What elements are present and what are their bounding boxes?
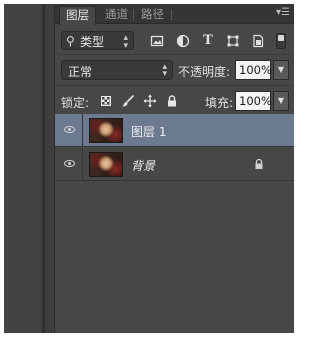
right-edge	[294, 4, 298, 333]
layer-list: 图层 1 背景	[55, 114, 294, 184]
filter-kind-label: 类型	[80, 35, 105, 49]
left-dock	[4, 4, 44, 333]
divider	[55, 85, 294, 86]
lock-row: 锁定: 填充: 100% ▼	[55, 88, 294, 114]
opacity-field[interactable]: 100%	[235, 60, 272, 80]
tab-bar: 图层 通道 路径 ▾☰	[55, 4, 294, 25]
toggle-knob	[278, 35, 284, 41]
dock-edge	[41, 4, 43, 333]
filter-toggle[interactable]	[276, 33, 286, 49]
blend-row: 正常 ▴ ▾ 不透明度: 100% ▼	[55, 57, 294, 83]
search-icon: ⚲	[66, 34, 75, 48]
eye-icon	[64, 126, 75, 133]
lock-position-icon[interactable]	[143, 94, 157, 108]
adjustment-filter-icon[interactable]	[176, 34, 190, 48]
tab-divider	[133, 9, 134, 20]
updown-arrow-icon: ▴ ▾	[162, 62, 167, 79]
visibility-toggle[interactable]	[55, 114, 83, 147]
layer-thumbnail	[89, 152, 123, 177]
visibility-toggle[interactable]	[55, 148, 83, 181]
tab-layers[interactable]: 图层	[59, 6, 96, 25]
divider	[55, 54, 294, 55]
layer-thumbnail	[89, 118, 123, 143]
shape-filter-icon[interactable]	[226, 34, 240, 48]
layers-panel: 图层 通道 路径 ▾☰ ⚲ 类型 ▴ ▾ T 正常 ▴ ▾ 不透明度: 100%…	[54, 4, 294, 333]
type-filter-icon[interactable]: T	[201, 34, 215, 48]
layer-row-layer1[interactable]: 图层 1	[55, 114, 294, 147]
layer-lock-icon	[253, 158, 265, 170]
eye-icon	[64, 160, 75, 167]
tab-divider	[171, 9, 172, 20]
lock-transparency-icon[interactable]	[99, 94, 113, 108]
lock-all-icon[interactable]	[165, 94, 179, 108]
layer-name[interactable]: 背景	[131, 157, 155, 174]
smart-object-filter-icon[interactable]	[251, 34, 265, 48]
opacity-dropdown-button[interactable]: ▼	[273, 60, 289, 80]
lock-pixels-icon[interactable]	[121, 94, 135, 108]
blend-mode-value: 正常	[68, 65, 93, 79]
fill-label: 填充:	[205, 96, 234, 110]
filter-kind-select[interactable]: ⚲ 类型 ▴ ▾	[61, 31, 134, 51]
image-filter-icon[interactable]	[150, 34, 164, 48]
filter-row: ⚲ 类型 ▴ ▾ T	[55, 28, 294, 52]
opacity-label: 不透明度:	[178, 65, 231, 79]
panel-menu-icon[interactable]: ▾☰	[276, 8, 290, 18]
layer-name[interactable]: 图层 1	[131, 123, 166, 140]
blend-mode-select[interactable]: 正常 ▴ ▾	[61, 60, 173, 80]
lock-label: 锁定:	[61, 96, 90, 110]
panel-gutter[interactable]	[44, 4, 54, 333]
updown-arrow-icon: ▴ ▾	[123, 33, 128, 51]
tab-channels[interactable]: 通道	[99, 6, 134, 24]
layer-row-background[interactable]: 背景	[55, 148, 294, 181]
fill-field[interactable]: 100%	[235, 91, 272, 111]
tab-paths[interactable]: 路径	[135, 6, 170, 24]
fill-dropdown-button[interactable]: ▼	[273, 91, 289, 111]
